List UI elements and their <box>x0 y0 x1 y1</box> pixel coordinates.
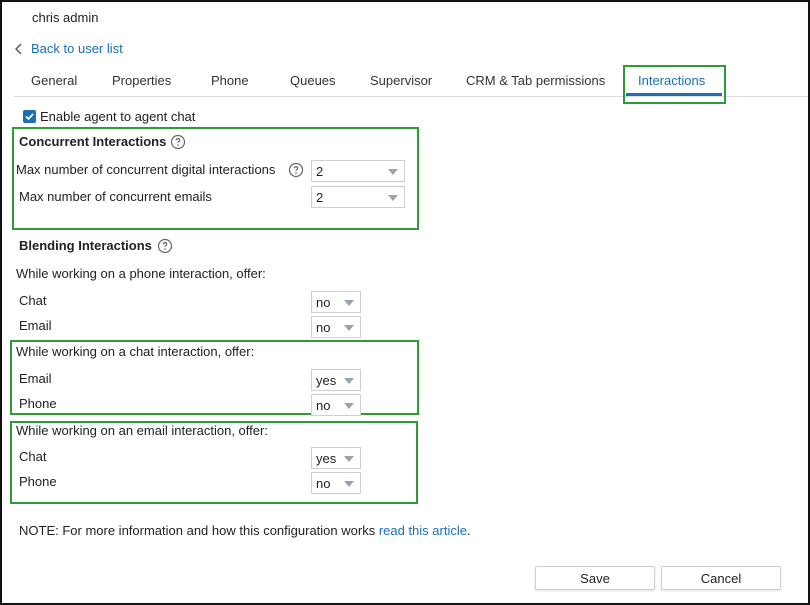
user-name: chris admin <box>32 10 99 25</box>
question-circle-icon[interactable] <box>170 134 186 150</box>
cancel-button[interactable]: Cancel <box>661 566 781 590</box>
chat-email-label: Email <box>19 371 52 386</box>
question-circle-icon[interactable] <box>288 162 304 178</box>
concurrent-emails-label: Max number of concurrent emails <box>19 189 212 204</box>
concurrent-emails-value: 2 <box>316 189 324 205</box>
caret-down-icon <box>344 300 354 306</box>
save-button[interactable]: Save <box>535 566 655 590</box>
tab-phone[interactable]: Phone <box>211 73 249 88</box>
caret-down-icon <box>388 195 398 201</box>
concurrent-emails-select[interactable]: 2 <box>311 186 405 208</box>
tab-general[interactable]: General <box>31 73 77 88</box>
caret-down-icon <box>344 378 354 384</box>
question-circle-icon[interactable] <box>157 238 173 254</box>
back-to-user-list-link[interactable]: Back to user list <box>12 41 123 56</box>
agent-chat-checkbox[interactable] <box>23 110 36 123</box>
tab-properties[interactable]: Properties <box>112 73 171 88</box>
caret-down-icon <box>344 403 354 409</box>
digital-interactions-label: Max number of concurrent digital interac… <box>16 162 276 177</box>
note-suffix: . <box>466 523 471 538</box>
phone-chat-label: Chat <box>19 293 47 308</box>
phone-email-select[interactable]: no <box>311 316 361 338</box>
configuration-note: NOTE: For more information and how this … <box>19 523 471 538</box>
read-article-link[interactable]: read this article <box>379 523 467 538</box>
chat-email-value: yes <box>316 372 337 388</box>
digital-interactions-value: 2 <box>316 163 324 179</box>
tab-crm-tab-permissions[interactable]: CRM & Tab permissions <box>466 73 605 88</box>
phone-chat-select[interactable]: no <box>311 291 361 313</box>
tab-queues[interactable]: Queues <box>290 73 336 88</box>
blending-interactions-title: Blending Interactions <box>19 238 152 253</box>
email-phone-label: Phone <box>19 474 57 489</box>
caret-down-icon <box>344 325 354 331</box>
tab-supervisor[interactable]: Supervisor <box>370 73 432 88</box>
email-chat-value: yes <box>316 450 337 466</box>
phone-email-value: no <box>316 319 331 335</box>
email-interaction-heading: While working on an email interaction, o… <box>16 423 268 438</box>
chat-phone-value: no <box>316 397 331 413</box>
back-link-label: Back to user list <box>31 41 123 56</box>
chevron-left-icon <box>15 43 22 54</box>
agent-chat-label: Enable agent to agent chat <box>40 109 196 124</box>
phone-interaction-heading: While working on a phone interaction, of… <box>16 266 266 281</box>
chat-email-select[interactable]: yes <box>311 369 361 391</box>
chat-phone-label: Phone <box>19 396 57 411</box>
caret-down-icon <box>344 481 354 487</box>
caret-down-icon <box>388 169 398 175</box>
email-chat-select[interactable]: yes <box>311 447 361 469</box>
highlight-interactions-tab <box>623 65 726 104</box>
email-phone-value: no <box>316 475 331 491</box>
note-text: NOTE: For more information and how this … <box>19 523 379 538</box>
checkmark-icon <box>25 113 34 121</box>
phone-email-label: Email <box>19 318 52 333</box>
email-phone-select[interactable]: no <box>311 472 361 494</box>
phone-chat-value: no <box>316 294 331 310</box>
digital-interactions-select[interactable]: 2 <box>311 160 405 182</box>
caret-down-icon <box>344 456 354 462</box>
email-chat-label: Chat <box>19 449 47 464</box>
agent-chat-row: Enable agent to agent chat <box>23 109 195 124</box>
chat-interaction-heading: While working on a chat interaction, off… <box>16 344 255 359</box>
chat-phone-select[interactable]: no <box>311 394 361 416</box>
concurrent-interactions-title: Concurrent Interactions <box>19 134 167 149</box>
